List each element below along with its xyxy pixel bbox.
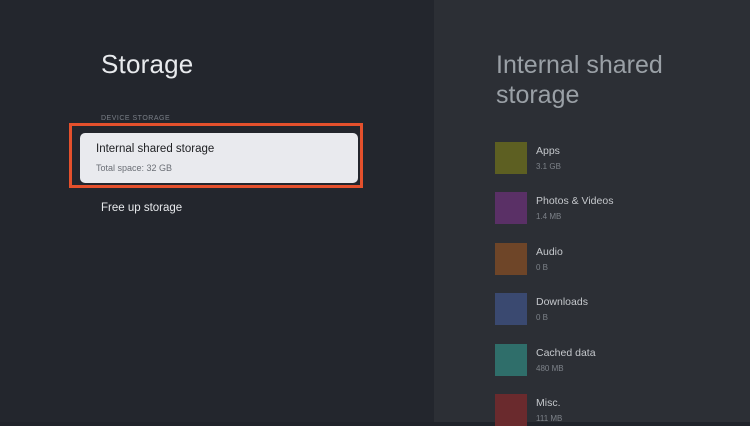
category-cached-data: Cached data 480 MB bbox=[495, 344, 715, 376]
category-size: 0 B bbox=[536, 263, 549, 272]
category-size: 3.1 GB bbox=[536, 162, 561, 171]
category-photos-videos: Photos & Videos 1.4 MB bbox=[495, 192, 715, 224]
category-size: 480 MB bbox=[536, 364, 564, 373]
category-label: Downloads bbox=[536, 296, 588, 308]
category-label: Cached data bbox=[536, 347, 596, 359]
photos-videos-color-swatch bbox=[495, 192, 527, 224]
storage-item-total-space: Total space: 32 GB bbox=[96, 163, 173, 173]
free-up-storage-item[interactable]: Free up storage bbox=[101, 202, 182, 214]
internal-shared-storage-item[interactable]: Internal shared storage Total space: 32 … bbox=[80, 133, 358, 183]
detail-title: Internal shared storage bbox=[496, 51, 663, 109]
category-label: Photos & Videos bbox=[536, 195, 614, 207]
settings-list-pane bbox=[0, 0, 434, 422]
category-misc: Misc. 111 MB bbox=[495, 394, 715, 426]
page-title: Storage bbox=[101, 49, 194, 79]
category-size: 0 B bbox=[536, 313, 549, 322]
apps-color-swatch bbox=[495, 142, 527, 174]
category-label: Misc. bbox=[536, 397, 561, 409]
misc-color-swatch bbox=[495, 394, 527, 426]
downloads-color-swatch bbox=[495, 293, 527, 325]
cached-data-color-swatch bbox=[495, 344, 527, 376]
category-label: Apps bbox=[536, 145, 560, 157]
storage-item-title: Internal shared storage bbox=[96, 143, 215, 155]
audio-color-swatch bbox=[495, 243, 527, 275]
category-label: Audio bbox=[536, 246, 563, 258]
category-apps: Apps 3.1 GB bbox=[495, 142, 715, 174]
category-audio: Audio 0 B bbox=[495, 243, 715, 275]
section-label-device-storage: DEVICE STORAGE bbox=[101, 115, 171, 122]
category-size: 1.4 MB bbox=[536, 212, 562, 221]
category-downloads: Downloads 0 B bbox=[495, 293, 715, 325]
